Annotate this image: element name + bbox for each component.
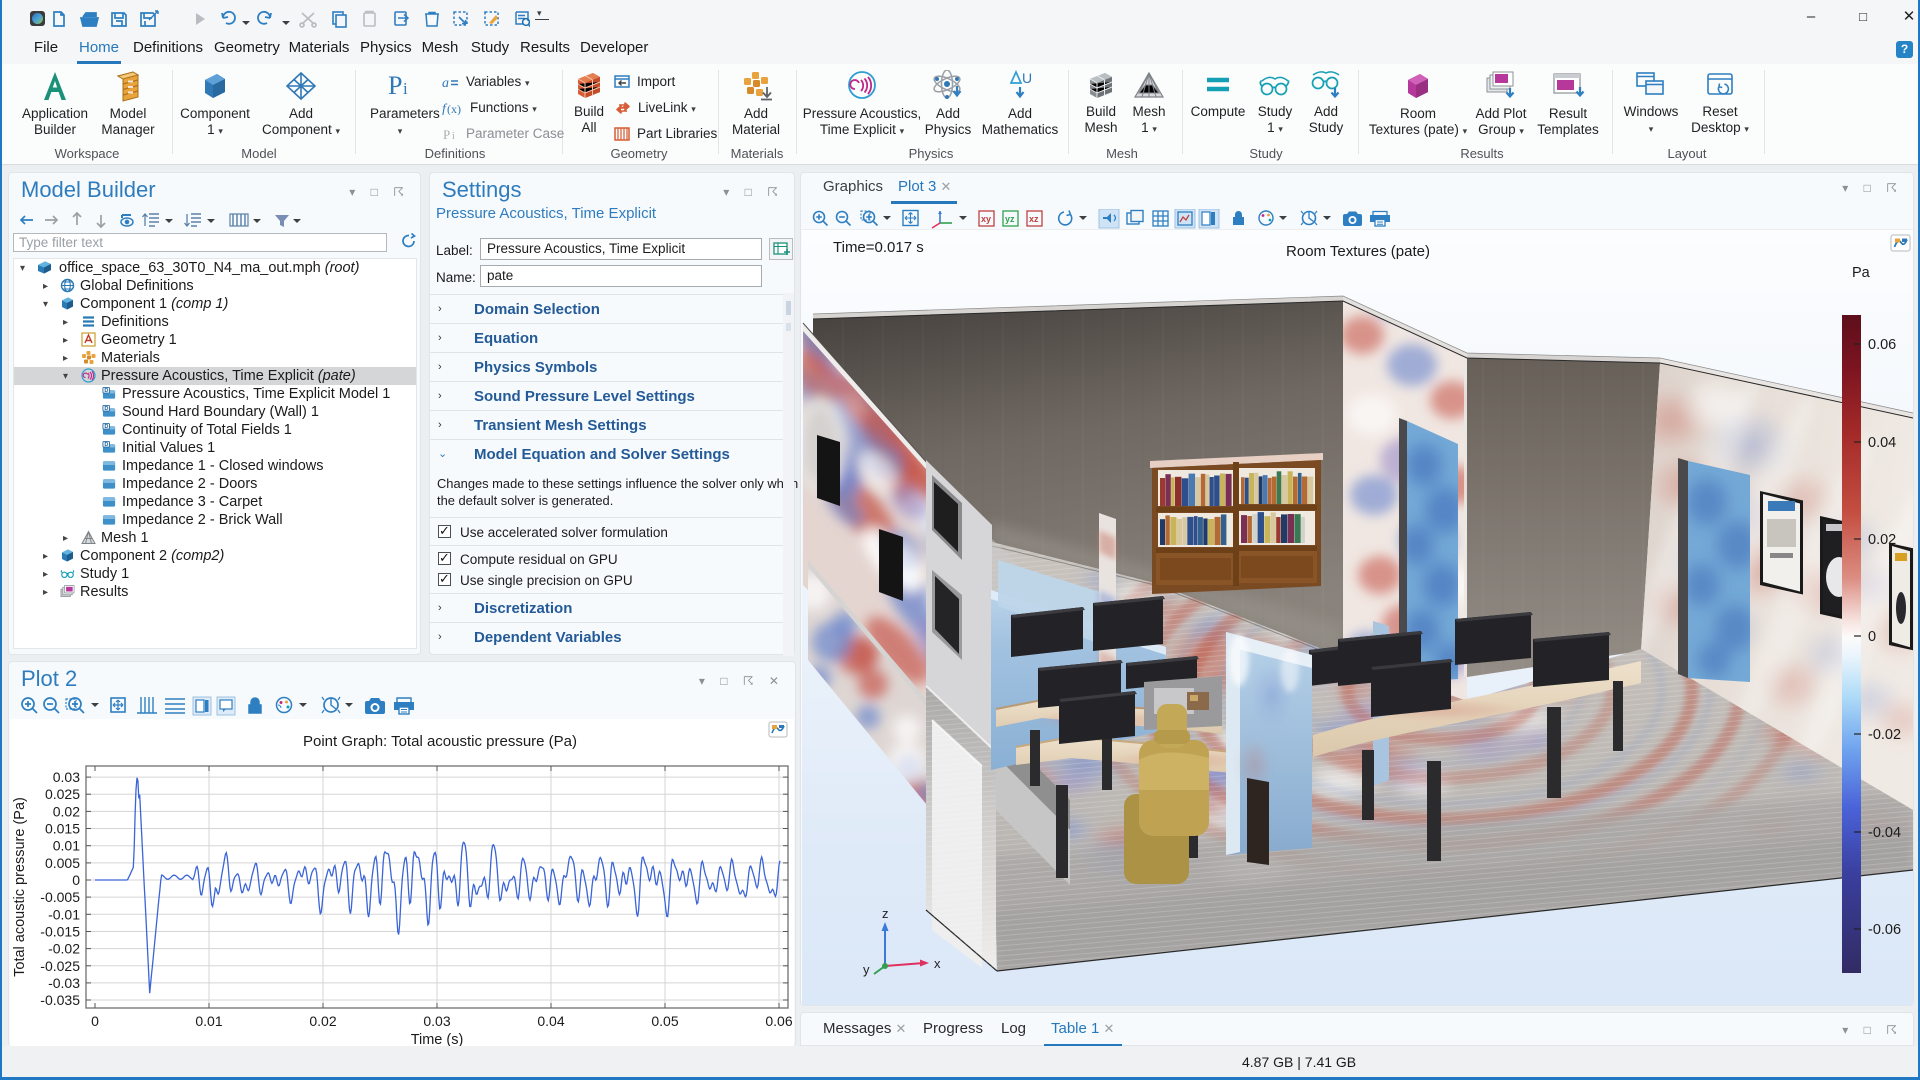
svg-text:0: 0 — [1868, 629, 1876, 645]
svg-text:Pa: Pa — [1852, 265, 1871, 281]
svg-text:P: P — [443, 127, 450, 141]
svg-text:-0.005: -0.005 — [40, 889, 80, 905]
svg-text:0.04: 0.04 — [1868, 435, 1896, 451]
svg-text:z: z — [882, 906, 889, 921]
svg-text:-0.015: -0.015 — [40, 924, 80, 940]
svg-text:i: i — [403, 79, 408, 98]
svg-text:0.02: 0.02 — [309, 1013, 336, 1029]
svg-text:0.02: 0.02 — [53, 803, 80, 819]
svg-text:0.03: 0.03 — [53, 769, 80, 785]
svg-text:-0.03: -0.03 — [48, 975, 80, 991]
svg-text:a: a — [442, 76, 449, 89]
svg-text:0.025: 0.025 — [45, 786, 80, 802]
svg-text:-0.04: -0.04 — [1868, 825, 1901, 841]
svg-text:0.02: 0.02 — [1868, 532, 1896, 548]
svg-text:i: i — [452, 131, 455, 141]
svg-text:0.01: 0.01 — [195, 1013, 222, 1029]
svg-text:-0.025: -0.025 — [40, 958, 80, 974]
svg-text:Room Textures (pate): Room Textures (pate) — [1286, 243, 1430, 260]
svg-text:0: 0 — [72, 872, 80, 888]
svg-text:-0.02: -0.02 — [1868, 727, 1901, 743]
svg-text:y: y — [863, 962, 870, 977]
svg-text:0: 0 — [91, 1013, 99, 1029]
svg-text:0.05: 0.05 — [651, 1013, 678, 1029]
svg-text:-0.02: -0.02 — [48, 941, 80, 957]
svg-text:0.06: 0.06 — [765, 1013, 792, 1029]
svg-text:U: U — [1022, 70, 1032, 86]
svg-text:0.01: 0.01 — [53, 838, 80, 854]
svg-text:D: D — [104, 442, 108, 448]
svg-text:Point Graph: Total acoustic pr: Point Graph: Total acoustic pressure (Pa… — [303, 733, 577, 750]
svg-text:0.03: 0.03 — [423, 1013, 450, 1029]
svg-text:D: D — [104, 406, 108, 412]
svg-text:Time=0.017 s: Time=0.017 s — [833, 239, 924, 256]
svg-text:(x): (x) — [447, 102, 461, 115]
svg-text:D: D — [104, 424, 108, 430]
svg-text:0.06: 0.06 — [1868, 337, 1896, 353]
svg-text:-0.06: -0.06 — [1868, 922, 1901, 938]
svg-text:D: D — [104, 388, 108, 394]
svg-text:-0.035: -0.035 — [40, 992, 80, 1008]
svg-text:Time (s): Time (s) — [411, 1032, 464, 1046]
svg-text:Total acoustic pressure (Pa): Total acoustic pressure (Pa) — [12, 797, 28, 977]
svg-text:0.005: 0.005 — [45, 855, 80, 871]
svg-text:0.015: 0.015 — [45, 821, 80, 837]
svg-text:0.04: 0.04 — [537, 1013, 564, 1029]
svg-text:-0.01: -0.01 — [48, 906, 80, 922]
svg-text:P: P — [388, 71, 402, 100]
svg-text:x: x — [934, 956, 941, 971]
